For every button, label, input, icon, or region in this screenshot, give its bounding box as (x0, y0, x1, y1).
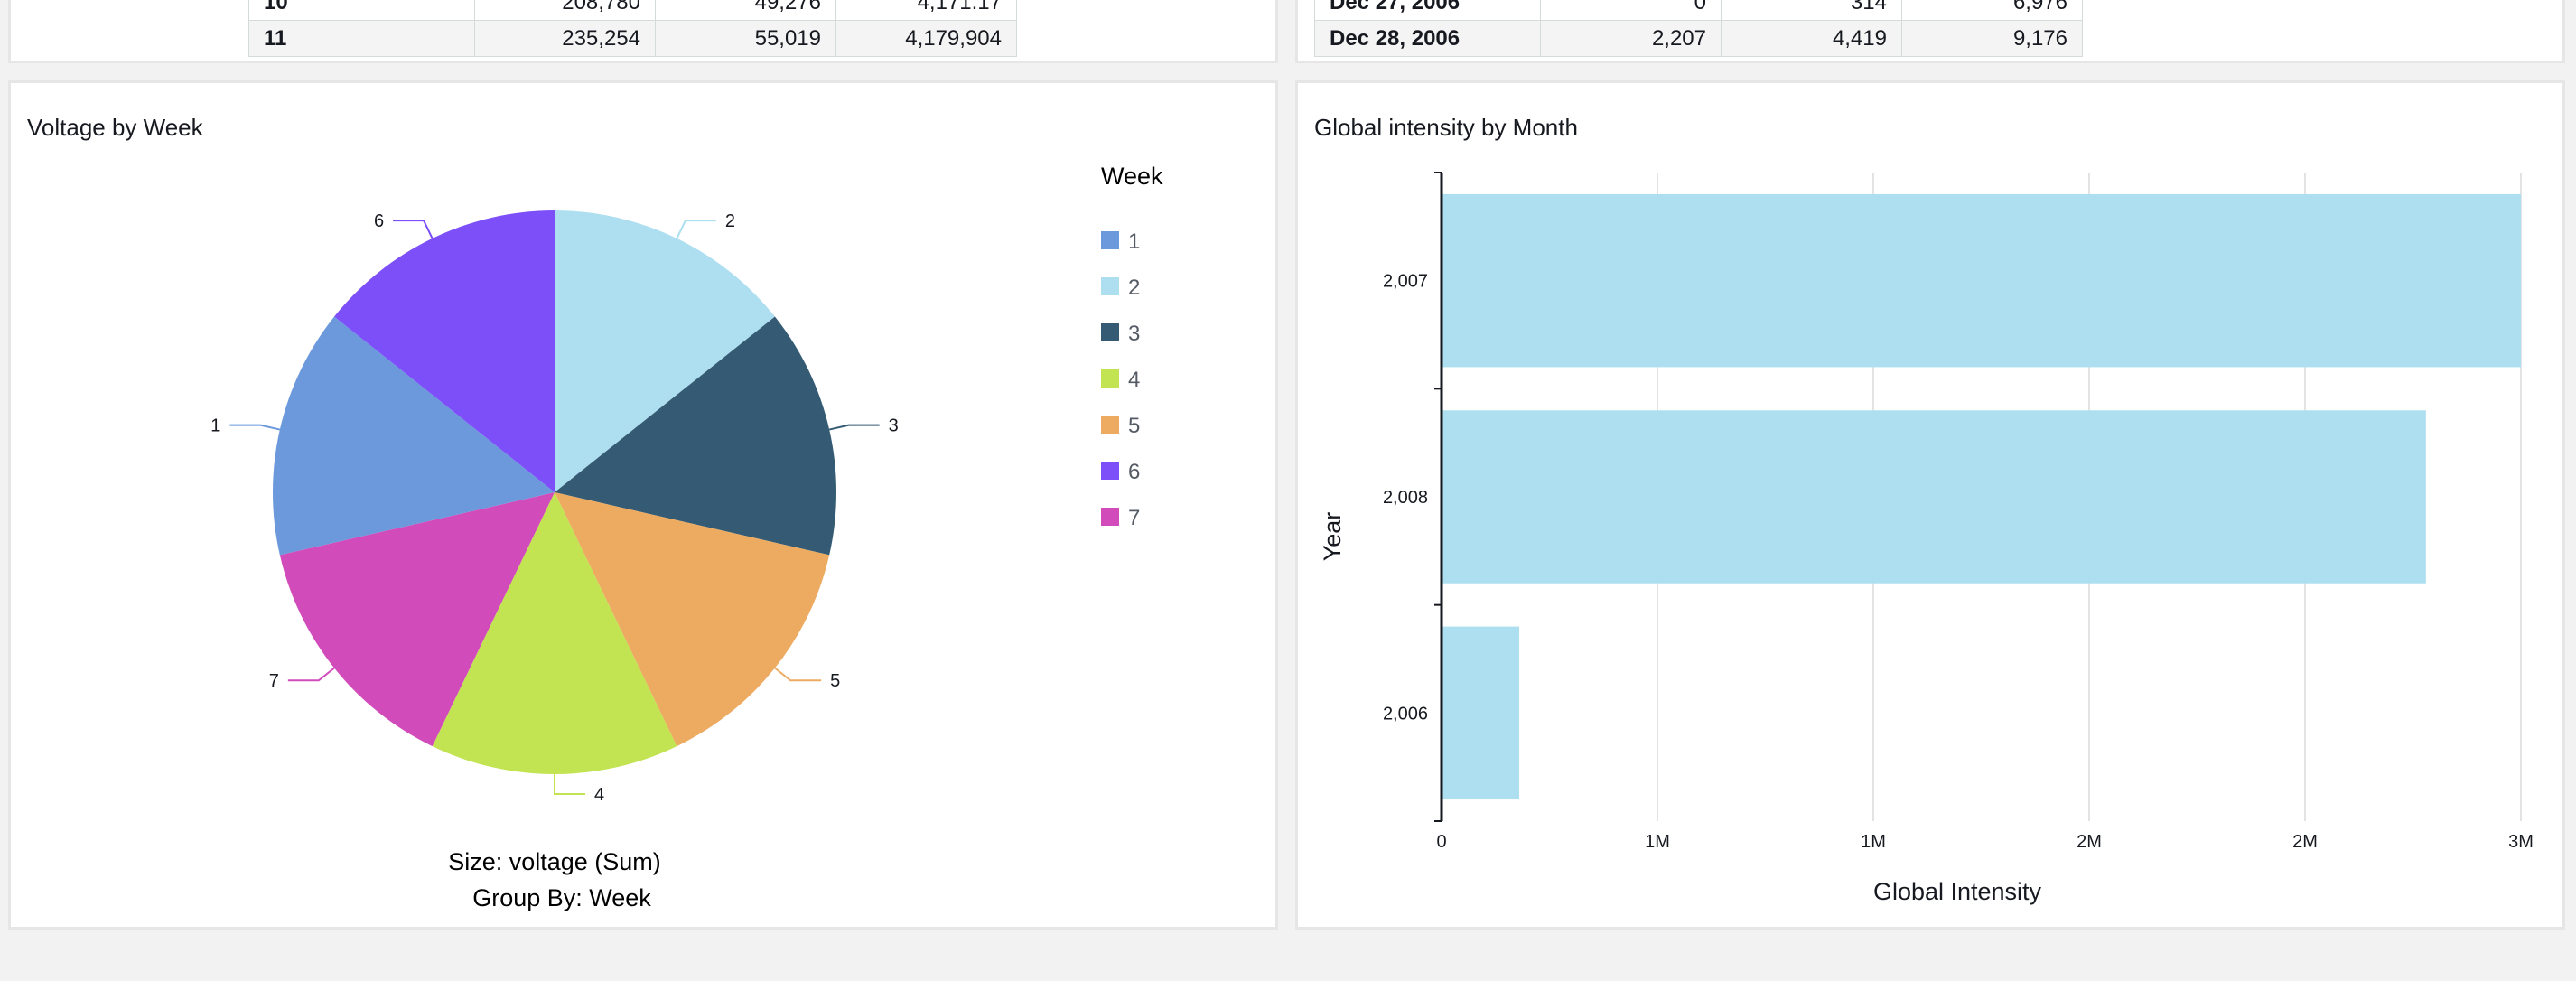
table-cell: Dec 28, 2006 (1314, 20, 1541, 57)
pie-leader-line (554, 774, 585, 795)
legend-item-3[interactable]: 3 (1101, 322, 1140, 346)
pie-slice-label: 1 (210, 416, 220, 436)
table-cell: 314 (1721, 0, 1902, 21)
x-tick-label: 1M (1861, 832, 1886, 852)
pie-slice-label: 5 (830, 671, 840, 691)
table-cell: 49,276 (655, 0, 836, 21)
table-cell: 4,171.17 (835, 0, 1017, 21)
bar-chart: 0 1M 1M 2M 2M 3M 2,007 2,008 2,006 Global Intensi… (1319, 172, 2534, 905)
legend-swatch (1101, 462, 1119, 480)
x-axis-title: Global Intensity (1873, 878, 2042, 905)
legend-item-5[interactable]: 5 (1101, 414, 1140, 438)
legend-item-4[interactable]: 4 (1101, 368, 1140, 392)
table-cell: 4,419 (1721, 20, 1902, 57)
voltage-by-week-panel: Voltage by Week 2354716 Week 1234567 Siz… (8, 80, 1278, 930)
pie-caption-group: Group By: Week (472, 884, 651, 911)
top-left-table: 10 208,780 49,276 4,171.17 11 235,254 55… (248, 0, 1017, 57)
legend-label: 1 (1128, 229, 1140, 254)
legend-swatch (1101, 323, 1119, 341)
legend-label: 2 (1128, 276, 1140, 300)
pie-leader-line (774, 667, 822, 682)
pie-leader-line (393, 220, 434, 239)
pie-slice-label: 3 (889, 416, 899, 436)
table-cell: 11 (248, 20, 475, 57)
table-cell: 208,780 (474, 0, 656, 21)
bar-2008[interactable] (1442, 410, 2426, 584)
legend-swatch (1101, 416, 1119, 434)
global-intensity-by-month-panel: Global intensity by Month 0 1M 1M 2M 2M 3M 2,0… (1295, 80, 2565, 930)
legend-label: 3 (1128, 322, 1140, 346)
table-row[interactable]: Dec 28, 2006 2,207 4,419 9,176 (1314, 20, 2083, 57)
table-row[interactable]: 10 208,780 49,276 4,171.17 (248, 0, 1017, 21)
table-row[interactable]: Dec 27, 2006 0 314 6,976 (1314, 0, 2083, 21)
table-row[interactable]: 11 235,254 55,019 4,179,904 (248, 20, 1017, 57)
pie-slice-label: 6 (374, 211, 384, 231)
y-tick-label: 2,008 (1383, 488, 1428, 508)
legend-swatch (1101, 231, 1119, 249)
table-cell: 9,176 (1901, 20, 2083, 57)
top-right-table: Dec 27, 2006 0 314 6,976 Dec 28, 2006 2,… (1314, 0, 2083, 57)
legend-swatch (1101, 508, 1119, 526)
pie-leader-line (676, 220, 716, 239)
pie-chart: 2 3 5 4 7 1 6 Week 1 2 3 4 5 6 7 Size: voltage (Sum)… (210, 163, 1163, 911)
y-tick-label: 2,007 (1383, 272, 1428, 292)
pie-leader-line (828, 424, 880, 431)
pie-slice-label: 7 (269, 671, 279, 691)
top-left-table-panel: 10 208,780 49,276 4,171.17 11 235,254 55… (8, 0, 1278, 63)
pie-caption-size: Size: voltage (Sum) (448, 848, 661, 875)
table-cell: 0 (1540, 0, 1722, 21)
pie-leader-line (229, 424, 281, 431)
legend-item-7[interactable]: 7 (1101, 506, 1140, 530)
y-axis-title: Year (1319, 512, 1346, 562)
legend-label: 7 (1128, 506, 1140, 530)
legend-label: 6 (1128, 460, 1140, 484)
x-tick-label: 3M (2508, 832, 2534, 852)
table-cell: 4,179,904 (835, 20, 1017, 57)
legend-title: Week (1101, 163, 1163, 190)
legend-item-1[interactable]: 1 (1101, 229, 1140, 254)
table-cell: 10 (248, 0, 475, 21)
legend-label: 5 (1128, 414, 1140, 438)
legend-label: 4 (1128, 368, 1140, 392)
x-tick-label: 2M (2292, 832, 2318, 852)
legend-item-2[interactable]: 2 (1101, 276, 1140, 300)
x-tick-label: 2M (2077, 832, 2102, 852)
legend-item-6[interactable]: 6 (1101, 460, 1140, 484)
table-cell: 2,207 (1540, 20, 1722, 57)
pie-slice-label: 4 (594, 785, 604, 805)
legend-swatch (1101, 277, 1119, 295)
y-tick-label: 2,006 (1383, 704, 1428, 724)
pie-leader-line (287, 667, 335, 682)
bar-2006[interactable] (1442, 626, 1520, 800)
bar-2007[interactable] (1442, 193, 2521, 368)
x-tick-label: 1M (1645, 832, 1670, 852)
table-cell: 235,254 (474, 20, 656, 57)
pie-slice-label: 2 (725, 211, 735, 231)
x-tick-label: 0 (1436, 832, 1446, 852)
table-cell: 55,019 (655, 20, 836, 57)
table-cell: 6,976 (1901, 0, 2083, 21)
table-cell: Dec 27, 2006 (1314, 0, 1541, 21)
legend-swatch (1101, 369, 1119, 388)
top-right-table-panel: Dec 27, 2006 0 314 6,976 Dec 28, 2006 2,… (1295, 0, 2565, 63)
